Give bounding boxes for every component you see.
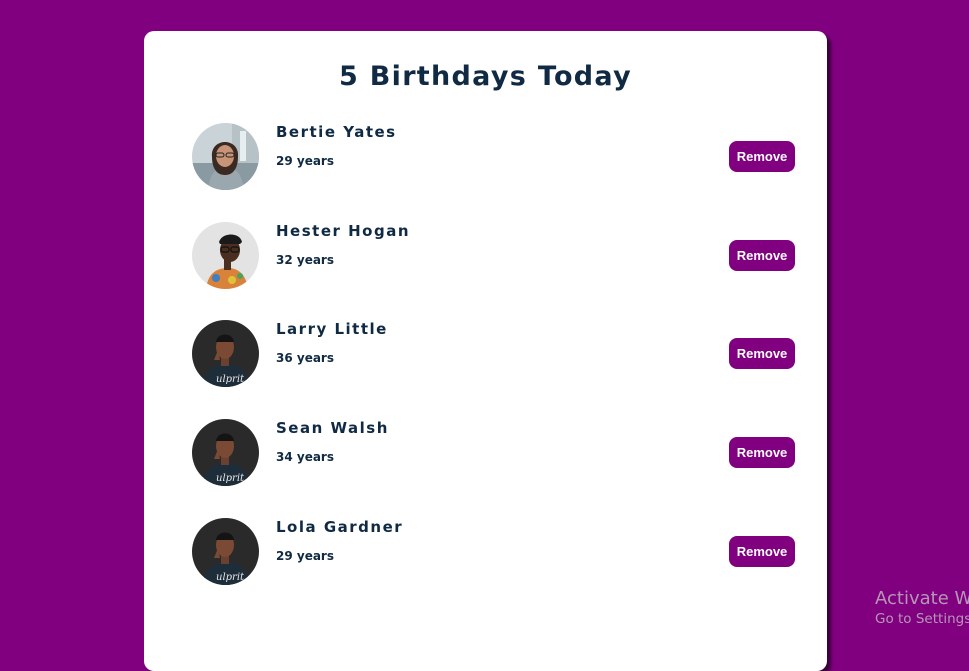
avatar [192,222,259,289]
remove-button[interactable]: Remove [729,536,795,567]
remove-button[interactable]: Remove [729,240,795,271]
list-item: ulprit Lola Gardner 29 years Remove [192,518,795,586]
person-name: Sean Walsh [276,419,389,437]
person-name: Lola Gardner [276,518,404,536]
avatar: ulprit [192,320,259,387]
person-age: 29 years [276,154,334,168]
person-name: Hester Hogan [276,222,411,240]
page-title: 5 Birthdays Today [338,61,633,92]
birthday-card: 5 Birthdays Today Bertie Yates 29 years … [144,31,827,671]
watermark-title: Activate W [875,588,969,609]
avatar [192,123,259,190]
person-name: Larry Little [276,320,388,338]
person-name: Bertie Yates [276,123,397,141]
remove-button[interactable]: Remove [729,338,795,369]
avatar: ulprit [192,518,259,585]
person-age: 29 years [276,549,334,563]
list-item: Bertie Yates 29 years Remove [192,123,795,191]
svg-text:ulprit: ulprit [216,473,245,484]
avatar: ulprit [192,419,259,486]
person-age: 36 years [276,351,334,365]
svg-text:ulprit: ulprit [216,374,245,385]
list-item: ulprit Sean Walsh 34 years Remove [192,419,795,487]
remove-button[interactable]: Remove [729,437,795,468]
remove-button[interactable]: Remove [729,141,795,172]
svg-text:ulprit: ulprit [216,572,245,583]
activation-watermark: Activate W Go to Settings [875,588,969,627]
watermark-subtitle: Go to Settings [875,611,969,627]
person-age: 34 years [276,450,334,464]
list-item: ulprit Larry Little 36 years Remove [192,320,795,388]
person-age: 32 years [276,253,334,267]
list-item: Hester Hogan 32 years Remove [192,222,795,290]
